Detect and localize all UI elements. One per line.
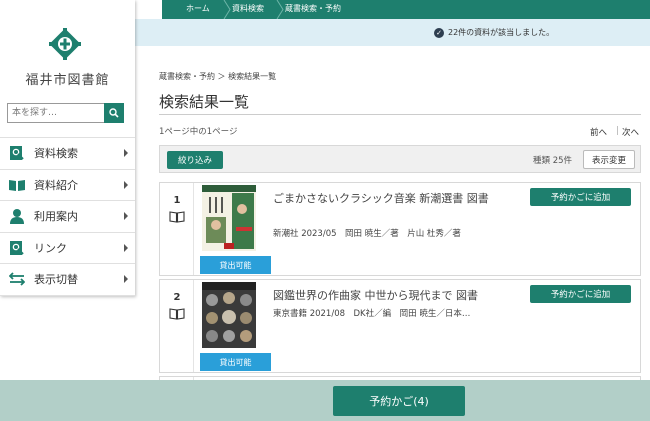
availability-badge: 貸出可能 xyxy=(200,353,271,371)
notice-text: 22件の資料が該当しました。 xyxy=(448,28,555,37)
result-item: 2 貸出可能 図鑑世界の作曲家 中世から現代まで 図書 東京書籍 2021/08… xyxy=(159,279,641,373)
page-title: 検索結果一覧 xyxy=(159,93,250,111)
book-cover-image[interactable] xyxy=(202,185,256,251)
book-search-icon xyxy=(8,145,26,161)
availability-badge: 貸出可能 xyxy=(200,256,271,274)
filter-button[interactable]: 絞り込み xyxy=(167,151,223,169)
sidebar-item-display-switch[interactable]: 表示切替 xyxy=(0,264,135,296)
library-name: 福井市図書館 xyxy=(25,73,110,88)
chevron-right-icon xyxy=(124,243,128,252)
result-number: 2 xyxy=(173,292,181,303)
breadcrumb-search-link[interactable]: 資料検索 xyxy=(218,0,278,19)
switch-arrows-icon xyxy=(8,271,26,287)
link-search-icon xyxy=(8,240,26,256)
sidebar-item-guide[interactable]: 利用案内 xyxy=(0,201,135,233)
book-icon xyxy=(169,211,185,223)
page: ホーム 資料検索 蔵書検索・予約 ✓ 22件の資料が該当しました。 福井市図書館 xyxy=(0,0,650,421)
breadcrumb-home-link[interactable]: ホーム xyxy=(172,0,224,19)
page-info: 1ページ中の1ページ xyxy=(159,127,238,137)
result-notice: ✓ 22件の資料が該当しました。 xyxy=(135,19,650,46)
sidebar-item-links[interactable]: リンク xyxy=(0,233,135,264)
prev-page-link[interactable]: 前へ xyxy=(590,126,607,138)
user-icon xyxy=(8,208,26,225)
chevron-right-icon xyxy=(124,212,128,220)
next-page-link[interactable]: 次へ xyxy=(622,126,639,138)
sidebar: 福井市図書館 資料検索 資料紹介 xyxy=(0,0,135,296)
reservation-cart-button[interactable]: 予約かご(4) xyxy=(333,386,465,416)
bottom-bar: 予約かご(4) xyxy=(0,380,650,421)
sidebar-item-label: 利用案内 xyxy=(34,210,78,224)
result-number: 1 xyxy=(173,195,181,206)
breadcrumb-current: 蔵書検索・予約 xyxy=(285,4,341,13)
page-breadcrumb: 蔵書検索・予約 ＞ 検索結果一覧 xyxy=(159,72,277,81)
chevron-right-icon xyxy=(124,149,128,157)
sidebar-nav: 資料検索 資料紹介 利用案内 リンク 表示切替 xyxy=(0,137,135,296)
search-button[interactable] xyxy=(104,103,124,123)
result-title-link[interactable]: ごまかさないクラシック音楽 新潮選書 図書 xyxy=(273,191,491,207)
sidebar-item-label: 資料検索 xyxy=(34,147,78,161)
result-meta: 新潮社 2023/05 岡田 暁生／著 片山 杜秀／著 xyxy=(273,229,461,239)
result-title-link[interactable]: 図鑑世界の作曲家 中世から現代まで 図書 xyxy=(273,288,491,304)
breadcrumb: ホーム 資料検索 蔵書検索・予約 xyxy=(162,0,650,19)
add-to-cart-button[interactable]: 予約かごに追加 xyxy=(530,188,631,206)
library-logo-icon xyxy=(49,28,81,60)
add-to-cart-button[interactable]: 予約かごに追加 xyxy=(530,285,631,303)
chevron-right-icon xyxy=(124,180,128,189)
sidebar-item-book-search[interactable]: 資料検索 xyxy=(0,138,135,170)
check-circle-icon: ✓ xyxy=(434,27,444,38)
sidebar-item-book-intro[interactable]: 資料紹介 xyxy=(0,170,135,201)
search-input[interactable] xyxy=(7,103,104,123)
book-icon xyxy=(169,308,185,320)
result-count: 種類 25件 xyxy=(533,156,573,166)
chevron-right-icon xyxy=(124,275,128,283)
search-box xyxy=(7,103,124,123)
sidebar-item-label: 表示切替 xyxy=(34,273,78,287)
display-change-button[interactable]: 表示変更 xyxy=(583,150,635,169)
sidebar-item-label: リンク xyxy=(34,241,67,255)
pager-divider: | xyxy=(616,126,619,136)
search-icon xyxy=(109,108,119,118)
book-cover-image[interactable] xyxy=(202,282,256,348)
open-book-icon xyxy=(8,177,26,193)
result-item: 1 貸出可能 ごまかさないクラシック音楽 新潮選書 図書 新潮社 2023/05… xyxy=(159,182,641,276)
result-meta: 東京書籍 2021/08 DK社／編 岡田 暁生／日本… xyxy=(273,309,471,319)
sidebar-item-label: 資料紹介 xyxy=(34,178,78,192)
results-toolbar: 絞り込み 種類 25件 表示変更 xyxy=(159,145,641,173)
title-divider xyxy=(159,114,641,115)
